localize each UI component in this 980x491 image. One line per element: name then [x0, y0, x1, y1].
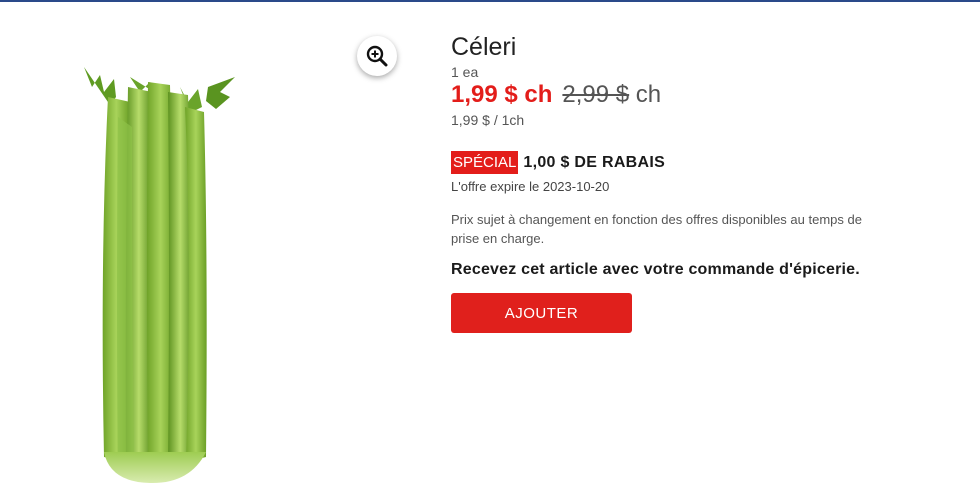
delivery-notice: Recevez cet article avec votre commande …: [451, 261, 860, 278]
product-image-celery: [84, 67, 235, 484]
promo-row: SPÉCIAL 1,00 $ DE RABAIS: [451, 151, 931, 174]
price-disclaimer: Prix sujet à changement en fonction des …: [451, 212, 862, 246]
product-title: Céleri: [451, 33, 517, 61]
product-image-area: [0, 2, 420, 491]
product-unit: 1 ea: [451, 64, 479, 80]
original-price-value: 2,99 $: [562, 81, 630, 108]
product-details: Céleri 1 ea 1,99 $ ch 2,99 $ ch 1,99 $ /…: [451, 30, 931, 333]
original-price-suffix: ch: [629, 81, 662, 108]
rebate-text: 1,00 $ DE RABAIS: [523, 153, 666, 171]
add-to-cart-button[interactable]: AJOUTER: [451, 293, 632, 333]
original-price: 2,99 $ ch: [562, 81, 661, 109]
offer-expiry: L'offre expire le 2023-10-20: [451, 179, 610, 194]
zoom-in-icon: [366, 45, 388, 67]
unit-price: 1,99 $ / 1ch: [451, 112, 525, 128]
zoom-button[interactable]: [357, 36, 397, 76]
price-row: 1,99 $ ch 2,99 $ ch: [451, 81, 931, 111]
special-badge: SPÉCIAL: [451, 151, 519, 174]
current-price: 1,99 $ ch: [451, 81, 553, 108]
